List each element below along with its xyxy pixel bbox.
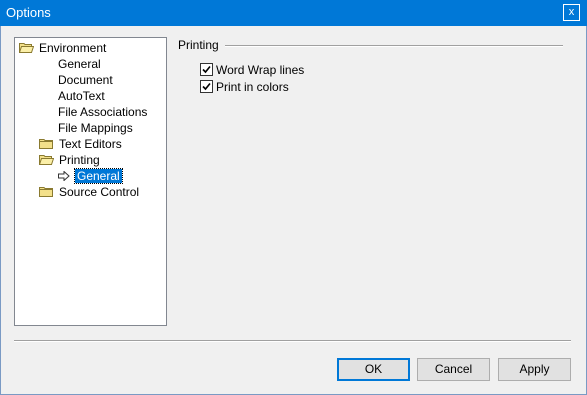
tree-item-label: Source Control	[59, 185, 140, 199]
checkmark-icon	[202, 65, 211, 74]
ok-button[interactable]: OK	[337, 358, 410, 381]
cancel-button[interactable]: Cancel	[417, 358, 490, 381]
options-tree[interactable]: Environment General Document AutoText Fi…	[14, 37, 167, 326]
tree-item-text-editors[interactable]: Text Editors	[39, 137, 149, 151]
tree-item-printing[interactable]: Printing	[39, 153, 149, 167]
open-folder-icon	[19, 43, 34, 53]
folder-icon	[39, 187, 53, 197]
group-divider	[225, 45, 563, 47]
apply-button[interactable]: Apply	[498, 358, 571, 381]
tree-item-label: File Associations	[58, 105, 148, 119]
tree-item-source-control[interactable]: Source Control	[39, 185, 149, 199]
tree-item-label: AutoText	[58, 89, 105, 103]
checkbox-label: Word Wrap lines	[216, 63, 305, 77]
checkmark-icon	[202, 82, 211, 91]
print-in-colors-checkbox[interactable]	[200, 80, 213, 93]
tree-item-label: General	[58, 57, 101, 71]
tree-item-environment[interactable]: Environment	[19, 41, 159, 55]
open-folder-icon	[39, 155, 54, 165]
tree-item-label: File Mappings	[58, 121, 133, 135]
close-button[interactable]: x	[563, 4, 580, 21]
tree-item-label: General	[74, 168, 123, 184]
tree-item-printing-general[interactable]: General	[58, 168, 128, 184]
title-bar: Options x	[0, 0, 587, 26]
tree-item-label: Text Editors	[59, 137, 122, 151]
footer-separator	[14, 340, 571, 342]
tree-item-label: Printing	[59, 153, 100, 167]
window-title: Options	[6, 5, 51, 20]
group-title-printing: Printing	[178, 38, 219, 52]
word-wrap-checkbox[interactable]	[200, 63, 213, 76]
checkbox-label: Print in colors	[216, 80, 289, 94]
tree-item-label: Environment	[39, 41, 107, 55]
tree-item-label: Document	[58, 73, 113, 87]
folder-icon	[39, 139, 53, 149]
arrow-right-icon	[58, 171, 70, 181]
